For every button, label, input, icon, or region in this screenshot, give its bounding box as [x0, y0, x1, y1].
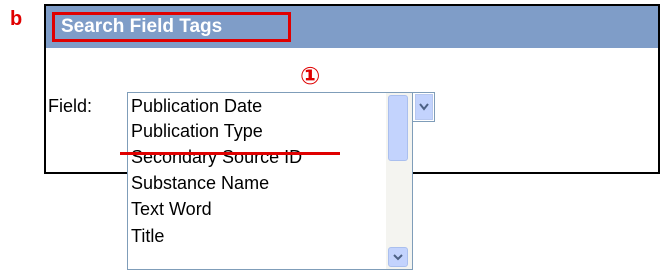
figure-panel-label: b — [10, 8, 23, 30]
panel-title: Search Field Tags — [52, 12, 291, 42]
step-marker: ① — [300, 62, 321, 90]
list-item-title[interactable]: Title — [131, 224, 164, 248]
panel-header: Search Field Tags — [46, 6, 658, 48]
field-options-list[interactable]: Publication Date Publication Type Second… — [127, 92, 413, 270]
list-item-secondary-source-id[interactable]: Secondary Source ID — [131, 145, 302, 169]
list-item-substance-name[interactable]: Substance Name — [131, 171, 269, 195]
scroll-down-button[interactable] — [388, 247, 408, 267]
chevron-down-icon — [419, 103, 429, 111]
list-item-text-word[interactable]: Text Word — [131, 197, 212, 221]
dropdown-button[interactable] — [415, 94, 433, 120]
field-label: Field: — [48, 96, 93, 116]
list-item-publication-type[interactable]: Publication Type — [131, 119, 263, 143]
list-item-publication-date[interactable]: Publication Date — [131, 94, 262, 118]
chevron-down-icon — [393, 254, 403, 261]
list-scrollbar[interactable] — [386, 93, 412, 269]
scrollbar-thumb[interactable] — [388, 95, 408, 161]
highlight-underline — [120, 152, 340, 155]
